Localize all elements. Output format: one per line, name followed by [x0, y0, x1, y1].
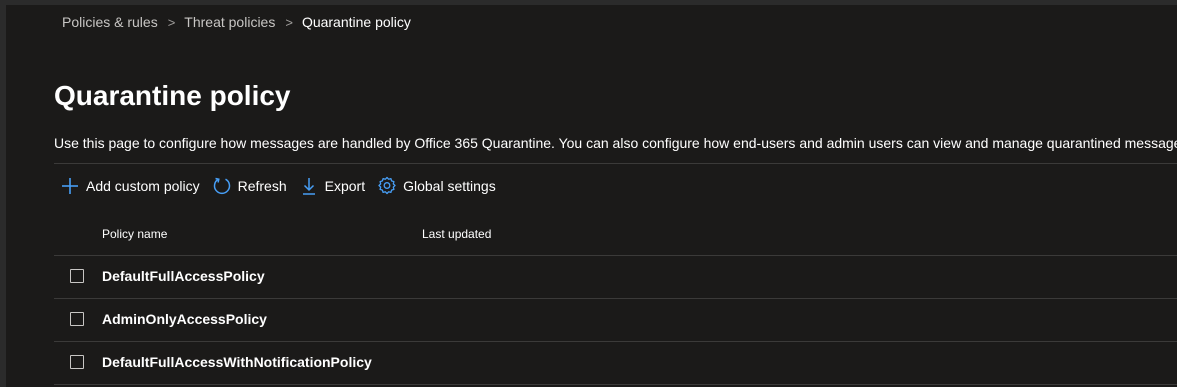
export-label: Export [324, 178, 366, 194]
left-frame-border [0, 0, 6, 387]
gear-icon [377, 176, 397, 196]
policy-name-cell[interactable]: DefaultFullAccessPolicy [102, 268, 265, 284]
row-checkbox[interactable] [70, 312, 84, 326]
policy-name-cell[interactable]: DefaultFullAccessWithNotificationPolicy [102, 354, 372, 370]
command-bar: Add custom policy Refresh Export Global … [54, 174, 502, 198]
breadcrumb-quarantine-policy: Quarantine policy [301, 14, 411, 30]
table-header: Policy name Last updated [54, 222, 1177, 246]
add-custom-policy-button[interactable]: Add custom policy [54, 174, 206, 198]
plus-icon [60, 176, 80, 196]
column-header-policy-name[interactable]: Policy name [102, 227, 167, 241]
page-description: Use this page to configure how messages … [54, 135, 1177, 151]
breadcrumb-separator: > [285, 14, 293, 30]
row-checkbox[interactable] [70, 355, 84, 369]
table-row[interactable]: DefaultFullAccessPolicy [54, 256, 1177, 298]
policy-name-cell[interactable]: AdminOnlyAccessPolicy [102, 311, 267, 327]
breadcrumb-policies-rules[interactable]: Policies & rules [62, 14, 158, 30]
refresh-button[interactable]: Refresh [206, 174, 293, 198]
export-button[interactable]: Export [293, 174, 371, 198]
breadcrumb-threat-policies[interactable]: Threat policies [184, 14, 275, 30]
global-settings-label: Global settings [403, 178, 496, 194]
breadcrumb: Policies & rules > Threat policies > Qua… [62, 14, 411, 30]
table-row[interactable]: DefaultFullAccessWithNotificationPolicy [54, 342, 1177, 384]
column-header-last-updated[interactable]: Last updated [422, 227, 491, 241]
quarantine-policy-page: Policies & rules > Threat policies > Qua… [0, 0, 1177, 387]
refresh-label: Refresh [237, 178, 287, 194]
command-bar-divider [54, 163, 1177, 164]
breadcrumb-separator: > [167, 14, 176, 30]
table-row[interactable]: AdminOnlyAccessPolicy [54, 299, 1177, 341]
add-custom-policy-label: Add custom policy [86, 178, 200, 194]
page-title: Quarantine policy [54, 80, 291, 111]
refresh-icon [212, 176, 232, 196]
global-settings-button[interactable]: Global settings [371, 174, 502, 198]
row-checkbox[interactable] [70, 269, 84, 283]
row-divider [54, 384, 1177, 385]
download-icon [299, 176, 319, 196]
top-frame-border [0, 0, 1177, 5]
